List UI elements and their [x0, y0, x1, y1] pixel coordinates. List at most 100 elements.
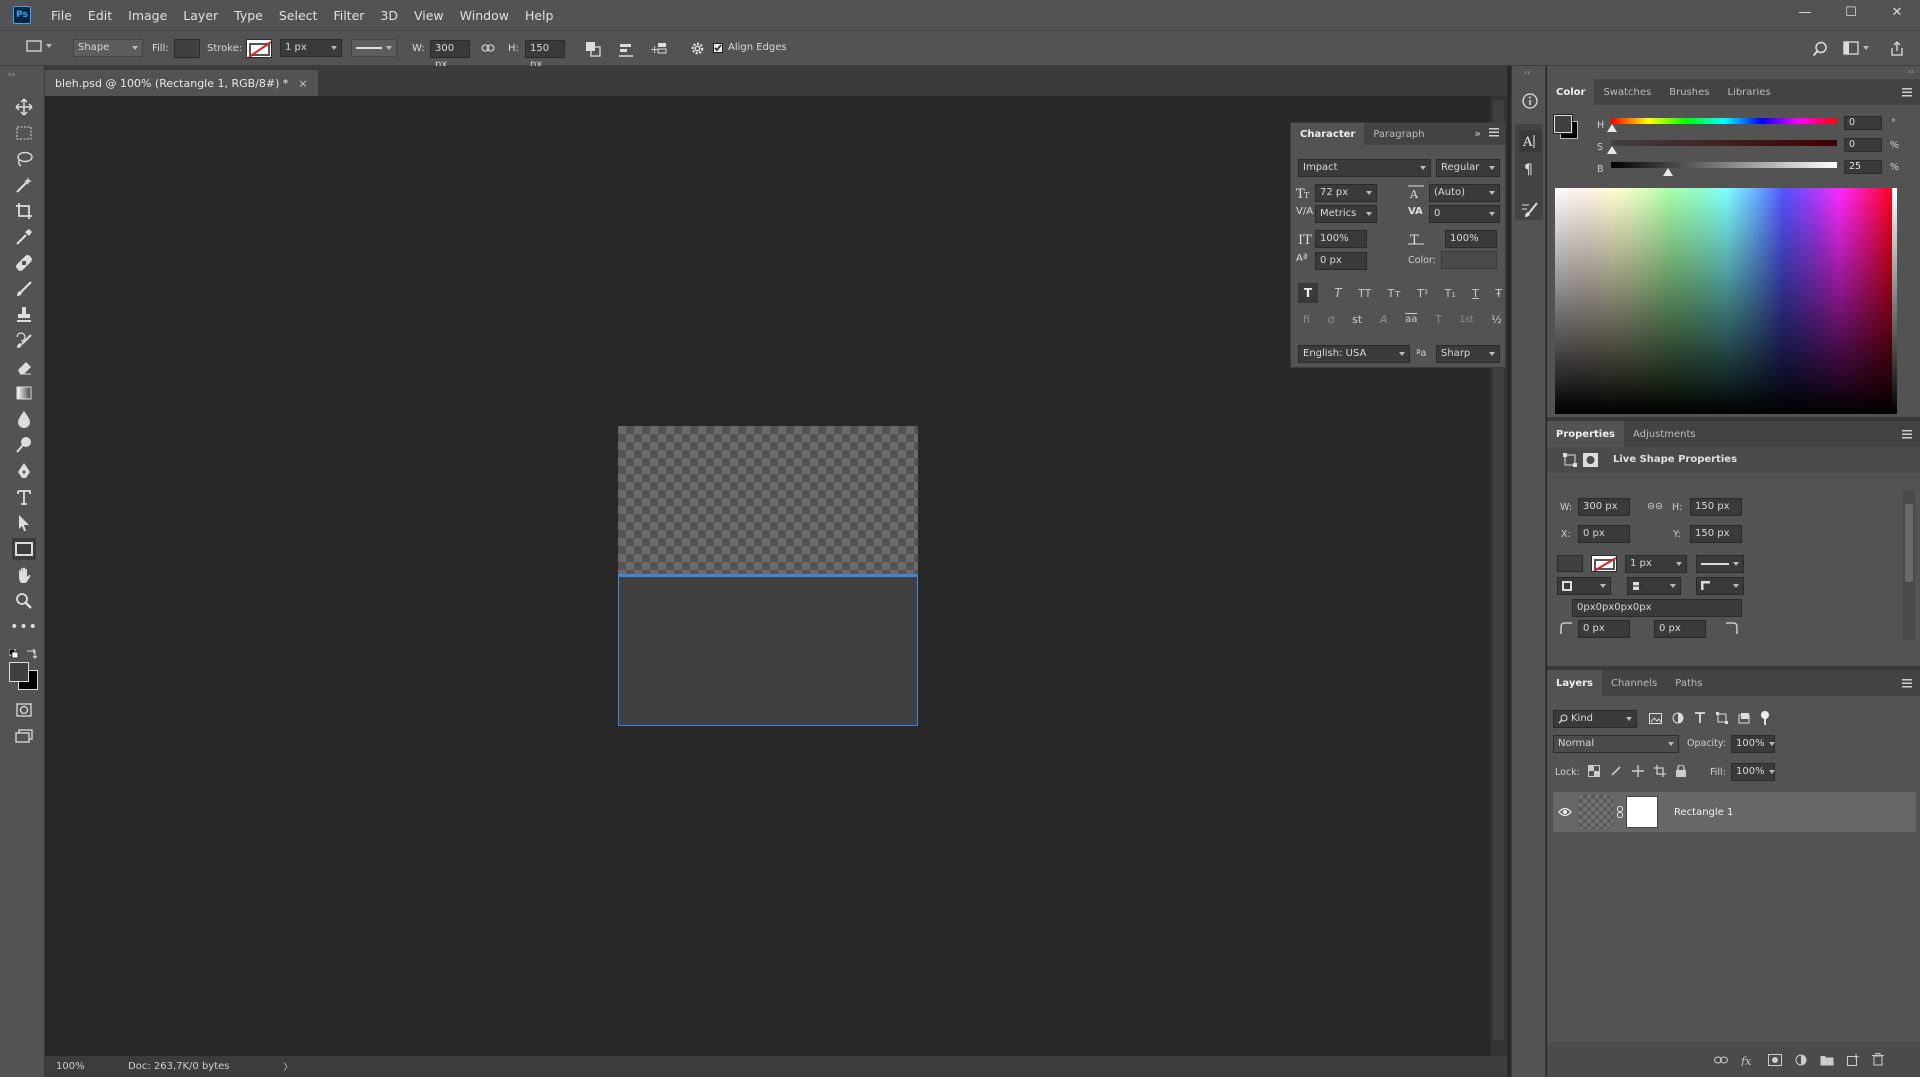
prop-width-input[interactable]: 300 px	[1578, 498, 1630, 516]
swap-colors-icon[interactable]	[26, 648, 37, 659]
stroke-align-select[interactable]	[1557, 577, 1611, 595]
height-input[interactable]: 150 px	[525, 40, 565, 70]
horizontal-scale-input[interactable]: 100%	[1445, 230, 1497, 248]
prop-fill-swatch[interactable]	[1557, 555, 1583, 572]
close-document-icon[interactable]: ×	[298, 77, 307, 90]
saturation-slider[interactable]	[1611, 140, 1837, 146]
fill-opacity-input[interactable]: 100%	[1731, 763, 1775, 781]
layer-visibility-eye-icon[interactable]	[1558, 807, 1572, 817]
maximize-button[interactable]: ☐	[1828, 0, 1874, 24]
tab-paths[interactable]: Paths	[1666, 670, 1711, 696]
path-operations-icon[interactable]	[585, 41, 601, 57]
properties-panel-menu-icon[interactable]	[1902, 430, 1912, 439]
old-style-button[interactable]: ơ	[1328, 313, 1335, 326]
faux-bold-button[interactable]: T	[1298, 283, 1318, 303]
lock-all-icon[interactable]	[1676, 765, 1686, 777]
more-tools-icon[interactable]: •••	[10, 616, 37, 638]
prop-stroke-swatch[interactable]	[1591, 555, 1617, 572]
lock-artboard-icon[interactable]	[1654, 765, 1666, 777]
menu-3d[interactable]: 3D	[379, 8, 399, 23]
lasso-tool-icon[interactable]	[12, 148, 36, 170]
expand-toolbar-icon[interactable]: ››	[8, 70, 15, 80]
subscript-button[interactable]: T₁	[1445, 287, 1456, 300]
menu-layer[interactable]: Layer	[182, 8, 219, 23]
saturation-slider-thumb[interactable]	[1607, 146, 1617, 154]
stylistic-alternates-button[interactable]: aa	[1405, 314, 1417, 325]
text-color-swatch[interactable]	[1441, 251, 1497, 269]
tracking-input[interactable]: 0	[1429, 205, 1500, 223]
faux-italic-button[interactable]: T	[1334, 286, 1341, 300]
menu-type[interactable]: Type	[233, 8, 264, 23]
menu-image[interactable]: Image	[127, 8, 168, 23]
tab-character[interactable]: Character	[1291, 123, 1365, 145]
color-panel-foreground-swatch[interactable]	[1554, 115, 1572, 133]
tab-adjustments[interactable]: Adjustments	[1624, 421, 1705, 447]
gear-icon[interactable]	[690, 41, 705, 56]
type-tool-icon[interactable]	[12, 486, 36, 508]
kerning-select[interactable]: Metrics	[1315, 205, 1377, 223]
brightness-slider[interactable]	[1611, 162, 1837, 168]
link-dimensions-icon[interactable]	[481, 43, 495, 53]
prop-stroke-width-input[interactable]: 1 px	[1625, 555, 1687, 573]
quick-mask-icon[interactable]	[12, 699, 36, 721]
collapse-panel-icon[interactable]: »	[1474, 127, 1481, 140]
ordinals-button[interactable]: 1st	[1460, 315, 1474, 325]
new-adjustment-layer-icon[interactable]	[1795, 1054, 1807, 1066]
stroke-corners-select[interactable]	[1696, 577, 1744, 595]
hand-tool-icon[interactable]	[12, 564, 36, 586]
lock-transparent-icon[interactable]	[1588, 765, 1600, 777]
filter-pixel-icon[interactable]	[1649, 712, 1662, 724]
filter-type-icon[interactable]	[1694, 712, 1706, 724]
rectangle-1-shape[interactable]	[618, 576, 918, 726]
paragraph-panel-icon[interactable]: ¶	[1519, 158, 1541, 180]
lock-position-icon[interactable]	[1632, 765, 1644, 777]
hue-slider[interactable]	[1611, 118, 1837, 124]
tab-channels[interactable]: Channels	[1602, 670, 1666, 696]
vertical-scale-input[interactable]: 100%	[1315, 230, 1367, 248]
color-spectrum-picker[interactable]	[1555, 188, 1897, 414]
panel-menu-icon[interactable]	[1489, 128, 1499, 137]
strikethrough-button[interactable]: Ŧ	[1495, 287, 1502, 300]
healing-brush-tool-icon[interactable]	[12, 252, 36, 274]
stamp-tool-icon[interactable]	[12, 304, 36, 326]
eraser-tool-icon[interactable]	[12, 356, 36, 378]
link-layers-icon[interactable]	[1714, 1055, 1728, 1065]
tab-layers[interactable]: Layers	[1547, 670, 1602, 696]
font-family-select[interactable]: Impact	[1298, 159, 1431, 177]
color-panel-menu-icon[interactable]	[1902, 88, 1912, 97]
blend-mode-select[interactable]: Normal	[1553, 735, 1679, 753]
properties-scrollbar-thumb[interactable]	[1905, 504, 1913, 582]
stroke-type-select[interactable]	[351, 39, 397, 57]
brush-tool-icon[interactable]	[12, 278, 36, 300]
corner-radius-all-input[interactable]: 0px0px0px0px	[1572, 599, 1742, 617]
opacity-input[interactable]: 100%	[1731, 735, 1775, 753]
prop-x-input[interactable]: 0 px	[1578, 525, 1630, 543]
character-panel-icon[interactable]: A	[1519, 130, 1541, 152]
delete-layer-icon[interactable]	[1872, 1053, 1884, 1066]
default-colors-icon[interactable]	[9, 649, 19, 659]
align-edges-option[interactable]: Align Edges	[713, 42, 787, 53]
shape-properties-icon[interactable]	[1563, 453, 1577, 467]
prop-height-input[interactable]: 150 px	[1690, 498, 1742, 516]
prop-y-input[interactable]: 150 px	[1690, 525, 1742, 543]
fill-swatch[interactable]	[174, 39, 200, 58]
marquee-tool-icon[interactable]	[12, 122, 36, 144]
menu-window[interactable]: Window	[459, 8, 510, 23]
layers-panel-menu-icon[interactable]	[1902, 679, 1912, 688]
tab-properties[interactable]: Properties	[1547, 421, 1624, 447]
collapse-dock-icon[interactable]: ‹‹	[1524, 68, 1530, 77]
close-window-button[interactable]: ✕	[1874, 0, 1920, 24]
layer-effects-icon[interactable]: fx	[1741, 1054, 1755, 1066]
minimize-button[interactable]: —	[1782, 0, 1828, 24]
all-caps-button[interactable]: TT	[1358, 287, 1371, 300]
history-brush-tool-icon[interactable]	[12, 330, 36, 352]
filter-shape-icon[interactable]	[1716, 712, 1728, 724]
stroke-width-field[interactable]: 1 px	[280, 39, 342, 57]
new-group-icon[interactable]	[1820, 1054, 1834, 1066]
document-tab[interactable]: bleh.psd @ 100% (Rectangle 1, RGB/8#) * …	[45, 70, 318, 96]
share-icon[interactable]	[1889, 40, 1905, 56]
magic-wand-tool-icon[interactable]	[12, 174, 36, 196]
discretionary-ligatures-button[interactable]: st	[1352, 313, 1362, 326]
font-style-select[interactable]: Regular	[1436, 159, 1500, 177]
menu-select[interactable]: Select	[278, 8, 319, 23]
